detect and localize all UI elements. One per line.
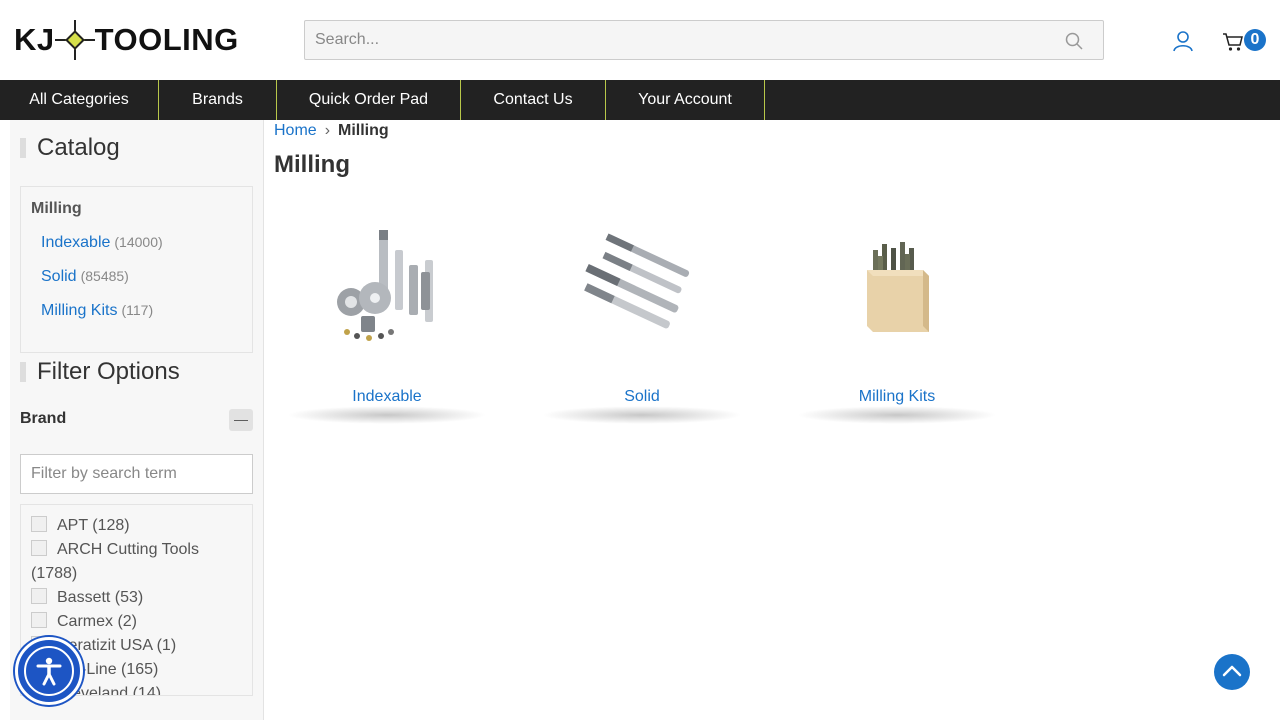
cart-count-badge: 0 xyxy=(1244,29,1266,51)
nav-your-account[interactable]: Your Account xyxy=(606,80,765,120)
nav-contact-us[interactable]: Contact Us xyxy=(461,80,606,120)
checkbox[interactable] xyxy=(31,540,47,556)
catalog-item-indexable[interactable]: Indexable (14000) xyxy=(41,234,163,252)
solid-endmills-image[interactable] xyxy=(572,220,712,350)
logo-text-right: TOOLING xyxy=(94,22,239,57)
scroll-to-top-button[interactable] xyxy=(1214,654,1250,690)
catalog-heading-text: Catalog xyxy=(37,134,120,161)
search-input[interactable] xyxy=(305,21,1045,59)
nav-quick-order-pad[interactable]: Quick Order Pad xyxy=(277,80,461,120)
cart-button[interactable]: 0 xyxy=(1222,29,1268,54)
category-card-indexable[interactable]: Indexable xyxy=(277,210,497,430)
nav-all-categories[interactable]: All Categories xyxy=(0,80,159,120)
indexable-tools-image[interactable] xyxy=(317,220,457,350)
milling-kit-image[interactable] xyxy=(827,220,967,350)
main-nav: All Categories Brands Quick Order Pad Co… xyxy=(0,80,1280,120)
site-logo[interactable]: KJ TOOLING xyxy=(14,18,239,62)
checkbox[interactable] xyxy=(31,612,47,628)
checkbox[interactable] xyxy=(31,516,47,532)
catalog-parent: Milling xyxy=(31,200,82,217)
page-title: Milling xyxy=(274,151,350,178)
sidebar: Catalog Milling Indexable (14000) Solid (8… xyxy=(10,120,264,720)
chevron-up-icon xyxy=(1222,665,1242,677)
logo-crosshair-icon xyxy=(54,18,95,62)
brand-option[interactable]: Carmex (2) xyxy=(31,610,246,634)
user-account-icon[interactable] xyxy=(1172,30,1194,52)
category-card-milling-kits[interactable]: Milling Kits xyxy=(787,210,1007,430)
breadcrumb: Home › Milling xyxy=(274,122,389,140)
brand-filter-header: Brand — xyxy=(20,409,253,432)
accessibility-icon xyxy=(36,657,62,686)
card-shadow xyxy=(542,406,742,424)
nav-brands[interactable]: Brands xyxy=(159,80,277,120)
checkbox[interactable] xyxy=(31,588,47,604)
catalog-item-solid[interactable]: Solid (85485) xyxy=(41,268,129,286)
breadcrumb-home-link[interactable]: Home xyxy=(274,122,317,139)
filter-options-heading-text: Filter Options xyxy=(37,358,180,385)
brand-option[interactable]: ARCH Cutting Tools (1788) xyxy=(31,538,246,586)
catalog-item-milling-kits[interactable]: Milling Kits (117) xyxy=(41,302,153,320)
filter-options-heading: Filter Options xyxy=(20,357,180,387)
category-label[interactable]: Milling Kits xyxy=(787,388,1007,406)
accessibility-button[interactable] xyxy=(15,637,83,705)
search-box xyxy=(304,20,1104,60)
collapse-minus-icon[interactable]: — xyxy=(229,409,253,431)
brand-option[interactable]: APT (128) xyxy=(31,514,246,538)
breadcrumb-current: Milling xyxy=(338,122,389,139)
catalog-list: Milling Indexable (14000) Solid (85485) Mi… xyxy=(20,186,253,353)
cart-icon xyxy=(1223,33,1243,51)
brand-filter-label: Brand xyxy=(20,410,67,427)
site-header: KJ TOOLING 0 xyxy=(0,0,1280,80)
catalog-heading: Catalog xyxy=(20,133,120,163)
logo-text-left: KJ xyxy=(14,22,55,57)
card-shadow xyxy=(287,406,487,424)
breadcrumb-separator: › xyxy=(324,122,331,139)
card-shadow xyxy=(797,406,997,424)
category-card-solid[interactable]: Solid xyxy=(532,210,752,430)
category-label[interactable]: Indexable xyxy=(277,388,497,406)
search-icon[interactable] xyxy=(1065,32,1083,50)
category-label[interactable]: Solid xyxy=(532,388,752,406)
brand-option[interactable]: Bassett (53) xyxy=(31,586,246,610)
brand-filter-input[interactable] xyxy=(20,454,253,494)
